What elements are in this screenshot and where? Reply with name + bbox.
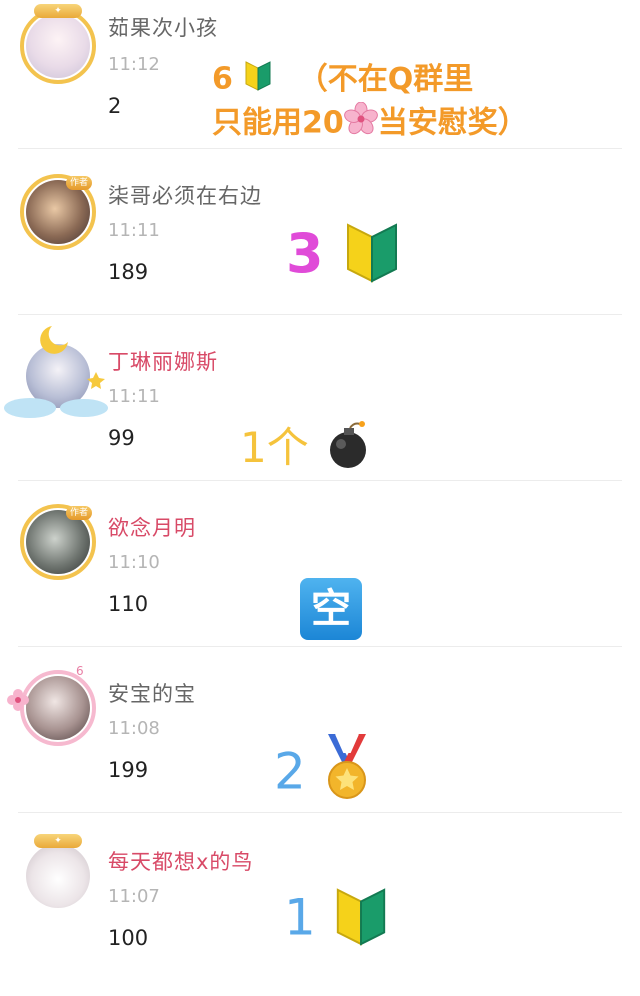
user-name[interactable]: 欲念月明 xyxy=(108,512,196,542)
list-item[interactable]: 作者 欲念月明 11:10 110 空 xyxy=(0,498,640,664)
avatar[interactable]: 作者 xyxy=(20,174,96,250)
score-value: 2 xyxy=(108,94,122,118)
avatar[interactable]: 6 xyxy=(7,664,96,746)
reward-annotation: 2 xyxy=(274,733,372,816)
reward-note-line2-suffix: 当安慰奖） xyxy=(377,105,528,141)
beginner-mark-icon xyxy=(342,216,402,299)
list-item[interactable]: 6 安宝的宝 11:08 199 2 xyxy=(0,664,640,830)
beginner-mark-icon xyxy=(332,880,390,962)
avatar-badge: ✦ xyxy=(34,834,82,848)
list-item[interactable]: 作者 柒哥必须在右边 11:11 189 3 xyxy=(0,166,640,332)
moon-frame-icon xyxy=(4,326,108,418)
avatar-badge: ✦ xyxy=(34,4,82,18)
timestamp: 11:08 xyxy=(108,718,160,739)
empty-square-icon: 空 xyxy=(300,578,362,640)
divider xyxy=(18,812,622,813)
reward-count: 3 xyxy=(286,222,324,286)
author-badge: 作者 xyxy=(66,176,92,190)
user-name[interactable]: 丁琳丽娜斯 xyxy=(108,346,218,376)
bomb-icon xyxy=(322,420,374,482)
divider xyxy=(18,314,622,315)
user-name[interactable]: 安宝的宝 xyxy=(108,678,196,708)
score-value: 99 xyxy=(108,426,135,450)
reward-note-line2-prefix: 只能用20 xyxy=(212,105,344,141)
author-badge: 作者 xyxy=(66,506,92,520)
timestamp: 11:07 xyxy=(108,886,160,907)
reward-note-line1: （不在Q群里 xyxy=(297,61,474,97)
user-name[interactable]: 每天都想x的鸟 xyxy=(108,846,253,876)
reward-annotation: 6 （不在Q群里 只能用20 当安慰奖） xyxy=(212,58,632,146)
user-name[interactable]: 柒哥必须在右边 xyxy=(108,180,262,210)
medal-icon xyxy=(322,733,372,816)
reward-annotation: 3 xyxy=(286,216,402,299)
timestamp: 11:10 xyxy=(108,552,160,573)
reward-annotation: 1个 xyxy=(240,414,374,482)
cherry-blossom-icon xyxy=(343,101,378,146)
avatar[interactable]: ✦ xyxy=(20,834,96,914)
list-item[interactable]: ✦ 茹果次小孩 11:12 2 6 （不在Q群里 只能用20 当安慰奖） xyxy=(0,0,640,166)
divider xyxy=(18,480,622,481)
reward-annotation: 1 xyxy=(284,880,390,962)
avatar[interactable] xyxy=(4,326,108,418)
score-value: 100 xyxy=(108,926,149,950)
reward-note: 1个 xyxy=(240,423,309,472)
flower-decoration-icon xyxy=(7,689,29,711)
reward-count: 2 xyxy=(274,742,306,801)
avatar[interactable]: ✦ xyxy=(20,4,96,84)
level-badge: 6 xyxy=(76,664,84,678)
reward-count: 1 xyxy=(284,888,316,947)
score-value: 189 xyxy=(108,260,149,284)
list-item[interactable]: 丁琳丽娜斯 11:11 99 1个 xyxy=(0,326,640,498)
divider xyxy=(18,148,622,149)
timestamp: 11:11 xyxy=(108,386,160,407)
list-item[interactable]: ✦ 每天都想x的鸟 11:07 100 1 xyxy=(0,830,640,996)
avatar[interactable]: 作者 xyxy=(20,504,96,580)
timestamp: 11:11 xyxy=(108,220,160,241)
timestamp: 11:12 xyxy=(108,54,160,75)
user-name[interactable]: 茹果次小孩 xyxy=(108,12,218,42)
beginner-mark-icon xyxy=(243,58,273,102)
score-value: 199 xyxy=(108,758,149,782)
score-value: 110 xyxy=(108,592,149,616)
reward-count: 6 xyxy=(212,61,233,97)
divider xyxy=(18,646,622,647)
